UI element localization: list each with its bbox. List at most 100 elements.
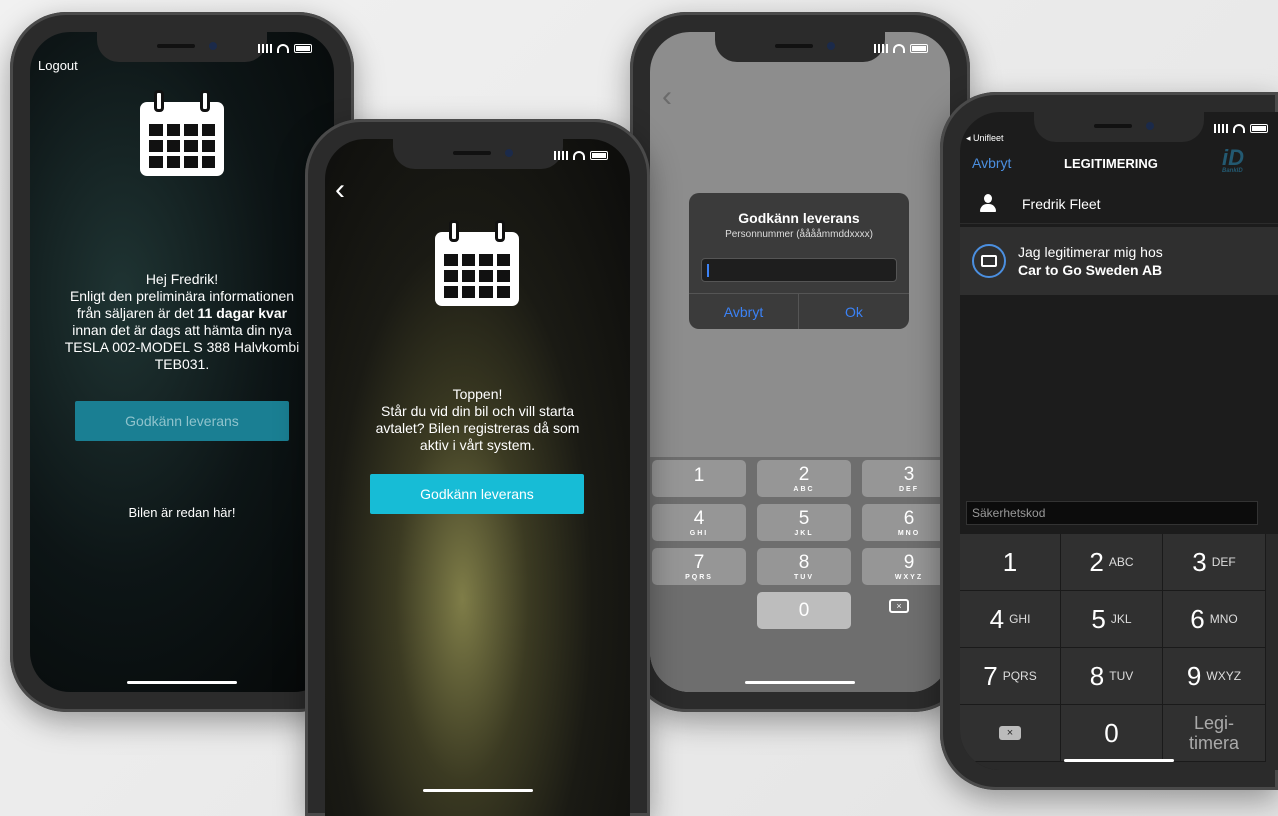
key-digit: 4 — [989, 603, 1005, 634]
key-digit: 6 — [903, 508, 915, 529]
approve-delivery-button[interactable]: Godkänn leverans — [370, 474, 584, 514]
key-letters: DEF — [899, 486, 919, 493]
key-digit: 2 — [1089, 546, 1104, 577]
signal-icon — [554, 151, 568, 160]
keypad-key-1[interactable]: 1 — [652, 460, 746, 497]
bankid-key-8[interactable]: 8 TUV — [1061, 648, 1163, 705]
dialog-ok-button[interactable]: Ok — [799, 294, 909, 329]
key-letters: ABC — [793, 486, 815, 493]
keypad-key-9[interactable]: 9 WXYZ — [862, 548, 950, 585]
key-letters: JKL — [1110, 612, 1132, 626]
key-letters: GHI — [1009, 612, 1031, 626]
bankid-logo: iD BankID — [1222, 147, 1254, 175]
key-digit: 4 — [693, 508, 705, 529]
notch — [392, 139, 563, 169]
key-digit: 1 — [693, 465, 705, 486]
key-digit: 6 — [1190, 603, 1205, 634]
phone-1: Logout Hej Fredrik! Enligt den preliminä… — [10, 12, 354, 712]
keypad-key-8[interactable]: 8 TUV — [757, 548, 851, 585]
signal-icon — [874, 44, 888, 53]
battery-icon — [294, 44, 312, 53]
backspace-key[interactable]: × — [960, 705, 1061, 762]
battery-icon — [1250, 124, 1268, 133]
key-letters: PQRS — [685, 574, 713, 581]
key-digit: 1 — [1002, 546, 1018, 577]
bankid-key-7[interactable]: 7 PQRS — [960, 648, 1061, 705]
signal-icon — [258, 44, 272, 53]
signal-icon — [1214, 124, 1228, 133]
backspace-icon: × — [999, 726, 1021, 740]
bankid-key-0[interactable]: 0 — [1061, 705, 1163, 762]
key-digit: 0 — [798, 600, 810, 621]
bankid-key-9[interactable]: 9 WXYZ — [1163, 648, 1266, 705]
key-digit: 7 — [983, 660, 998, 691]
key-letters: MNO — [1209, 612, 1238, 626]
status-bar — [1214, 124, 1268, 133]
bankid-keypad: 1 2 ABC 3 DEF 4 GHI 5 JKL 6 MNO 7 PQRS 8 TUV 9 WXYZ 0 × L… — [960, 534, 1278, 770]
bankid-key-6[interactable]: 6 MNO — [1163, 591, 1266, 648]
phone-1-screen: Logout Hej Fredrik! Enligt den preliminä… — [30, 32, 334, 692]
status-bar — [554, 151, 608, 160]
keypad-key-6[interactable]: 6 MNO — [862, 504, 950, 541]
approve-delivery-button[interactable]: Godkänn leverans — [75, 401, 289, 441]
key-letters: DEF — [1211, 555, 1236, 569]
back-to-app-link[interactable]: ◂ Unifleet — [966, 133, 1004, 144]
message-line: från säljaren är det 11 dagar kvar — [76, 305, 288, 321]
bankid-key-1[interactable]: 1 — [960, 534, 1061, 591]
home-indicator — [422, 789, 533, 792]
keypad-key-7[interactable]: 7 PQRS — [652, 548, 746, 585]
key-digit: 8 — [1089, 660, 1105, 691]
backspace-icon: × — [889, 599, 909, 613]
keypad-key-5[interactable]: 5 JKL — [757, 504, 851, 541]
key-digit: 9 — [1186, 660, 1202, 691]
battery-icon — [590, 151, 608, 160]
key-digit: 7 — [693, 552, 705, 573]
phone-2: ‹ Toppen! Står du vid din bil och vill s… — [305, 119, 650, 816]
keypad-key-0[interactable]: 0 — [757, 592, 851, 629]
wifi-icon — [893, 44, 905, 53]
phone-3: ‹ Godkänn leverans Personnummer (ååååmmd… — [630, 12, 970, 712]
calendar-icon — [435, 220, 519, 306]
identify-line-1: Jag legitimerar mig hos — [1018, 244, 1163, 260]
key-digit: 2 — [798, 464, 810, 485]
key-digit: 9 — [903, 552, 915, 573]
greeting: Hej Fredrik! — [145, 271, 219, 287]
identify-row: Jag legitimerar mig hos Car to Go Sweden… — [960, 227, 1278, 295]
wifi-icon — [277, 44, 289, 53]
notch — [97, 32, 267, 62]
confirm-message: Toppen! Står du vid din bil och vill sta… — [325, 386, 630, 454]
security-code-input[interactable]: Säkerhetskod — [966, 501, 1258, 525]
key-letters: JKL — [794, 530, 814, 537]
wifi-icon — [573, 151, 585, 160]
car-here-link[interactable]: Bilen är redan här! — [30, 504, 334, 521]
key-letters: PQRS — [1002, 669, 1037, 683]
bankid-key-4[interactable]: 4 GHI — [960, 591, 1061, 648]
company-name: Car to Go Sweden AB — [1018, 262, 1163, 278]
key-digit: 0 — [1104, 717, 1119, 748]
message-line: Står du vid din bil och vill starta — [381, 403, 574, 419]
logout-link[interactable]: Logout — [38, 58, 78, 73]
delivery-message: Hej Fredrik! Enligt den preliminära info… — [30, 271, 334, 373]
back-chevron-icon[interactable]: ‹ — [662, 82, 672, 112]
keypad-key-3[interactable]: 3 DEF — [862, 460, 950, 497]
keypad-key-2[interactable]: 2 ABC — [757, 460, 851, 497]
backspace-key[interactable]: × — [852, 588, 946, 625]
user-icon — [980, 194, 996, 212]
back-chevron-icon[interactable]: ‹ — [335, 175, 345, 205]
bankid-text: BankID — [1222, 168, 1243, 174]
legitimera-key[interactable]: Legi- timera — [1163, 705, 1266, 762]
bankid-key-3[interactable]: 3 DEF — [1163, 534, 1266, 591]
days-left: 11 dagar kvar — [197, 305, 288, 321]
dialog-cancel-button[interactable]: Avbryt — [689, 294, 799, 329]
key-digit: 3 — [903, 464, 915, 485]
legitimera-label-1: Legi- — [1193, 713, 1235, 733]
key-digit: 8 — [798, 552, 810, 573]
personnummer-input[interactable] — [701, 258, 897, 282]
key-letters: ABC — [1108, 555, 1134, 569]
bankid-key-2[interactable]: 2 ABC — [1061, 534, 1163, 591]
cancel-link[interactable]: Avbryt — [972, 155, 1011, 171]
bankid-key-5[interactable]: 5 JKL — [1061, 591, 1163, 648]
keypad-key-4[interactable]: 4 GHI — [652, 504, 746, 541]
home-indicator — [745, 681, 855, 684]
user-row: Fredrik Fleet — [960, 184, 1278, 224]
